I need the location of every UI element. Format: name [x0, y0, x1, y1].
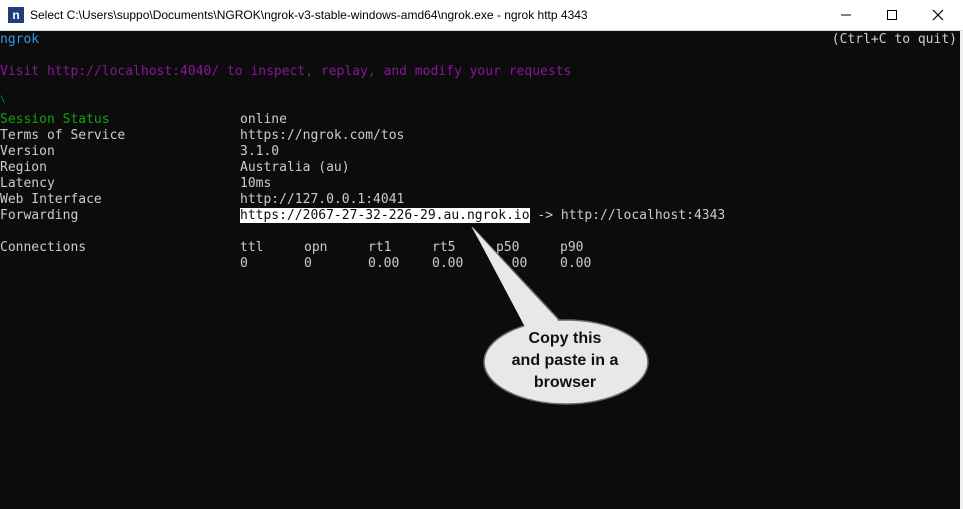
maximize-button[interactable] — [869, 0, 915, 30]
forwarding-row: https://2067-27-32-226-29.au.ngrok.io ->… — [240, 208, 725, 224]
app-name: ngrok — [0, 32, 40, 47]
callout-line-1: Copy this — [528, 330, 602, 347]
forwarding-public-url[interactable]: https://2067-27-32-226-29.au.ngrok.io — [240, 208, 530, 223]
web-interface-label: Web Interface — [0, 192, 102, 207]
quit-hint: (Ctrl+C to quit) — [831, 32, 957, 47]
conn-header-rt1: rt1 — [368, 240, 392, 255]
web-interface-value: http://127.0.0.1:4041 — [240, 192, 405, 207]
conn-value-ttl: 0 — [240, 256, 248, 271]
window-title: Select C:\Users\suppo\Documents\NGROK\ng… — [30, 8, 588, 22]
conn-header-ttl: ttl — [240, 240, 264, 255]
conn-value-rt1: 0.00 — [368, 256, 400, 271]
version-label: Version — [0, 144, 55, 159]
callout-text: Copy this and paste in a browser — [470, 328, 660, 394]
callout-line-2: and paste in a — [511, 352, 619, 369]
visit-message: Visit http://localhost:4040/ to inspect,… — [0, 64, 572, 79]
conn-value-opn: 0 — [304, 256, 312, 271]
forwarding-label: Forwarding — [0, 208, 79, 223]
latency-label: Latency — [0, 176, 55, 191]
region-value: Australia (au) — [240, 160, 350, 175]
stray-char: \ — [0, 95, 6, 105]
conn-header-opn: opn — [304, 240, 328, 255]
conn-header-rt5: rt5 — [432, 240, 456, 255]
close-icon — [932, 9, 944, 21]
session-status-label: Session Status — [0, 112, 110, 127]
ngrok-app-icon: n — [8, 7, 24, 23]
window-titlebar[interactable]: n Select C:\Users\suppo\Documents\NGROK\… — [0, 0, 963, 31]
forwarding-target: -> http://localhost:4343 — [529, 208, 726, 223]
connections-label: Connections — [0, 240, 87, 255]
callout-line-3: browser — [533, 374, 597, 391]
conn-value-rt5: 0.00 — [432, 256, 464, 271]
region-label: Region — [0, 160, 47, 175]
minimize-button[interactable] — [823, 0, 869, 30]
tos-value: https://ngrok.com/tos — [240, 128, 405, 143]
callout-bubble: Copy this and paste in a browser — [470, 225, 660, 410]
maximize-icon — [887, 10, 897, 20]
session-status-value: online — [240, 112, 287, 127]
tos-label: Terms of Service — [0, 128, 126, 143]
minimize-icon — [841, 14, 851, 16]
latency-value: 10ms — [240, 176, 272, 191]
close-button[interactable] — [915, 0, 961, 30]
version-value: 3.1.0 — [240, 144, 280, 159]
